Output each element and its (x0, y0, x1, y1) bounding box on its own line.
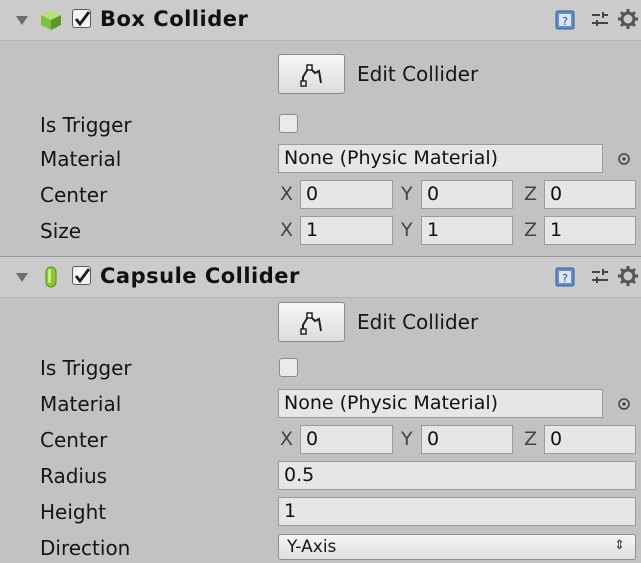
object-picker-icon[interactable] (617, 397, 631, 411)
center-z-field[interactable]: 0 (544, 180, 636, 209)
capsule-collider-enabled-checkbox[interactable] (72, 266, 91, 285)
center-label: Center (40, 428, 108, 452)
help-icon[interactable]: ? (555, 267, 575, 287)
svg-text:?: ? (562, 272, 568, 285)
component-title: Capsule Collider (100, 264, 300, 288)
is-trigger-label: Is Trigger (40, 356, 132, 380)
material-field[interactable]: None (Physic Material) (278, 144, 603, 173)
box-collider-enabled-checkbox[interactable] (72, 9, 91, 28)
edit-collider-icon (300, 312, 322, 335)
is-trigger-checkbox[interactable] (279, 114, 298, 133)
height-label: Height (40, 500, 107, 524)
is-trigger-checkbox[interactable] (279, 358, 298, 377)
center-x-field[interactable]: 0 (300, 425, 393, 454)
size-z-field[interactable]: 1 (544, 216, 636, 245)
center-y-label: Y (401, 183, 413, 205)
material-label: Material (40, 392, 122, 416)
center-y-field[interactable]: 0 (421, 425, 513, 454)
center-z-field[interactable]: 0 (544, 425, 636, 454)
center-z-label: Z (524, 183, 538, 205)
object-picker-icon[interactable] (617, 152, 631, 166)
size-y-field[interactable]: 1 (421, 216, 513, 245)
svg-text:?: ? (562, 15, 568, 28)
size-y-label: Y (401, 219, 413, 241)
capsule-collider-icon (45, 266, 57, 288)
direction-label: Direction (40, 536, 131, 560)
center-z-label: Z (524, 428, 538, 450)
size-x-label: X (280, 219, 294, 241)
center-x-label: X (280, 183, 294, 205)
edit-collider-button[interactable] (278, 54, 345, 94)
capsule-collider-header[interactable]: Capsule Collider ? (0, 256, 641, 298)
foldout-arrow-icon[interactable] (16, 16, 28, 25)
material-field[interactable]: None (Physic Material) (278, 389, 603, 418)
edit-collider-button[interactable] (278, 302, 345, 342)
foldout-arrow-icon[interactable] (16, 273, 28, 282)
center-y-field[interactable]: 0 (421, 180, 513, 209)
material-label: Material (40, 147, 122, 171)
radius-field[interactable]: 0.5 (278, 461, 636, 490)
preset-icon[interactable] (590, 267, 610, 287)
direction-value: Y-Axis (287, 537, 337, 557)
box-collider-icon (41, 10, 61, 30)
box-collider-header[interactable]: Box Collider ? (0, 0, 641, 41)
center-x-field[interactable]: 0 (300, 180, 393, 209)
dropdown-arrows-icon: ⇕ (614, 538, 625, 553)
gear-icon[interactable] (616, 7, 641, 32)
height-field[interactable]: 1 (278, 497, 636, 526)
is-trigger-label: Is Trigger (40, 113, 132, 137)
gear-icon[interactable] (616, 264, 641, 289)
radius-label: Radius (40, 464, 108, 488)
direction-dropdown[interactable]: Y-Axis ⇕ (278, 534, 636, 560)
component-title: Box Collider (100, 7, 249, 31)
edit-collider-label: Edit Collider (357, 310, 479, 334)
preset-icon[interactable] (590, 10, 610, 30)
size-label: Size (40, 219, 82, 243)
help-icon[interactable]: ? (555, 10, 575, 30)
edit-collider-icon (300, 64, 322, 87)
center-x-label: X (280, 428, 294, 450)
size-x-field[interactable]: 1 (300, 216, 393, 245)
center-y-label: Y (401, 428, 413, 450)
size-z-label: Z (524, 219, 538, 241)
center-label: Center (40, 183, 108, 207)
edit-collider-label: Edit Collider (357, 62, 479, 86)
